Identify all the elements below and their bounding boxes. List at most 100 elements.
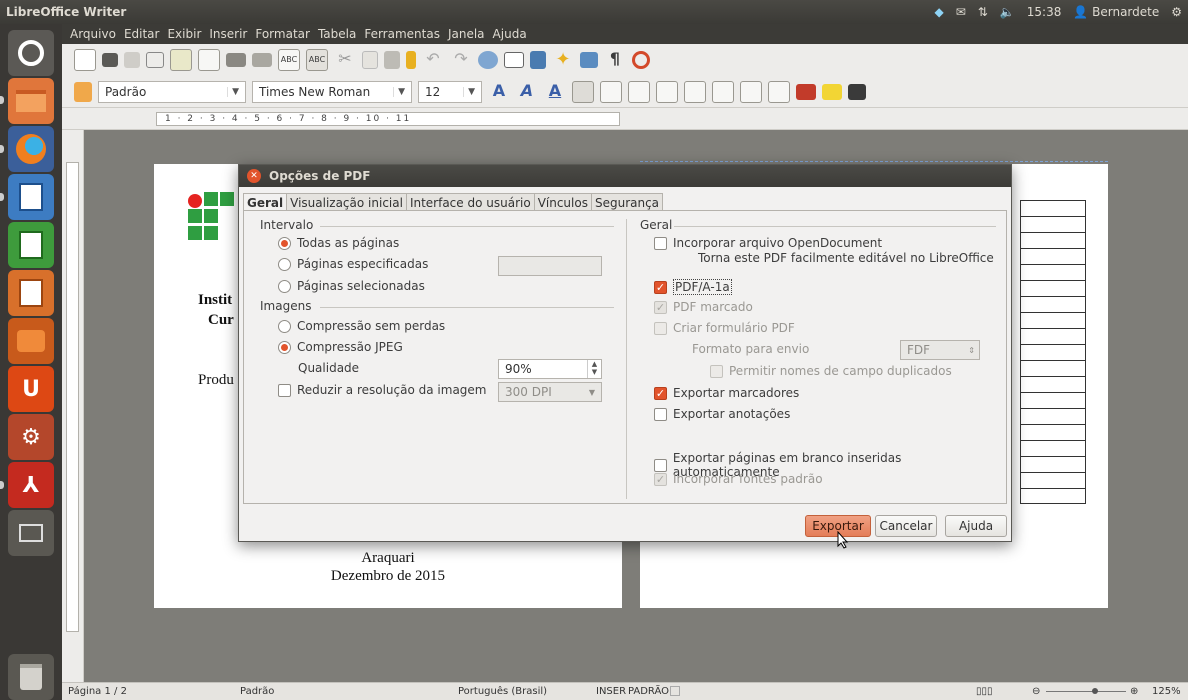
help-icon[interactable] [632, 51, 650, 69]
system-settings-icon[interactable]: ⚙ [8, 414, 54, 460]
font-color-icon[interactable] [796, 83, 816, 100]
increase-indent-icon[interactable] [768, 80, 790, 103]
zoom-level[interactable]: 125% [1152, 686, 1181, 697]
reduce-resolution-checkbox[interactable]: Reduzir a resolução da imagem [278, 383, 487, 397]
save-icon[interactable] [124, 52, 140, 68]
pdf-reader-icon[interactable]: ⅄ [8, 462, 54, 508]
bullets-icon[interactable] [712, 80, 734, 103]
insert-mode[interactable]: INSER [596, 686, 626, 697]
tagged-pdf-checkbox[interactable]: ✓ PDF marcado [654, 300, 753, 314]
draw-functions-icon[interactable] [530, 51, 546, 69]
allow-duplicate-names-checkbox[interactable]: Permitir nomes de campo duplicados [710, 364, 952, 378]
spin-arrows-icon[interactable]: ▲ ▼ [587, 360, 601, 378]
menu-ajuda[interactable]: Ajuda [493, 27, 527, 41]
menu-arquivo[interactable]: Arquivo [70, 27, 116, 41]
menu-tabela[interactable]: Tabela [318, 27, 356, 41]
justify-icon[interactable] [656, 80, 678, 103]
export-pdf-icon[interactable] [198, 49, 220, 71]
embed-odf-checkbox[interactable]: Incorporar arquivo OpenDocument [654, 236, 882, 250]
table-icon[interactable] [504, 52, 524, 68]
submit-format-select[interactable]: FDF ⇕ [900, 340, 980, 360]
user-menu[interactable]: 👤 Bernardete [1073, 5, 1159, 19]
dash-home-icon[interactable] [8, 30, 54, 76]
pages-range-input[interactable] [498, 256, 602, 276]
calc-icon[interactable] [8, 222, 54, 268]
print-icon[interactable] [226, 53, 246, 67]
vertical-ruler[interactable] [62, 130, 84, 682]
edit-mode-icon[interactable] [170, 49, 192, 71]
transfer-icon[interactable]: ⇅ [978, 5, 988, 19]
copy-icon[interactable] [362, 51, 378, 69]
files-icon[interactable] [8, 78, 54, 124]
workspace-switcher-icon[interactable] [8, 510, 54, 556]
help-button[interactable]: Ajuda [945, 515, 1007, 537]
print-preview-icon[interactable] [252, 53, 272, 67]
zoom-out-icon[interactable]: ⊖ [1032, 686, 1040, 697]
embed-fonts-checkbox[interactable]: ✓ Incorporar fontes padrão [654, 472, 823, 486]
redo-icon[interactable]: ↷ [450, 49, 472, 71]
ubuntu-one-icon[interactable]: U [8, 366, 54, 412]
numbering-icon[interactable] [684, 80, 706, 103]
lossless-radio[interactable]: Compressão sem perdas [278, 319, 445, 333]
spellcheck-icon[interactable]: ABC [278, 49, 300, 71]
zoom-slider[interactable] [1046, 691, 1126, 692]
formatting-marks-icon[interactable]: ¶ [604, 49, 626, 71]
specified-pages-radio[interactable]: Páginas especificadas [278, 257, 428, 271]
export-comments-checkbox[interactable]: Exportar anotações [654, 407, 790, 421]
navigator-icon[interactable]: ✦ [552, 49, 574, 71]
italic-icon[interactable]: A [516, 81, 538, 103]
menu-exibir[interactable]: Exibir [167, 27, 201, 41]
network-icon[interactable]: ◆ [934, 5, 943, 19]
quality-spinbox[interactable]: 90% ▲ ▼ [498, 359, 602, 379]
clone-format-icon[interactable] [406, 51, 416, 69]
volume-icon[interactable]: 🔈 [1000, 5, 1015, 19]
all-pages-radio[interactable]: Todas as páginas [278, 236, 399, 250]
font-name-select[interactable]: Times New Roman ▼ [252, 80, 412, 103]
session-gear-icon[interactable]: ⚙ [1171, 5, 1182, 19]
pdfa-checkbox[interactable]: ✓ PDF/A-1a [654, 279, 732, 295]
gallery-icon[interactable] [580, 52, 598, 68]
paragraph-style-select[interactable]: Padrão ▼ [98, 80, 246, 103]
page-count[interactable]: Página 1 / 2 [68, 686, 127, 697]
undo-icon[interactable]: ↶ [422, 49, 444, 71]
selection-mode[interactable]: PADRÃO [628, 686, 669, 697]
horizontal-ruler[interactable]: 1 · 2 · 3 · 4 · 5 · 6 · 7 · 8 · 9 · 10 ·… [62, 108, 1188, 130]
align-left-icon[interactable] [572, 80, 594, 103]
export-bookmarks-checkbox[interactable]: ✓ Exportar marcadores [654, 386, 799, 400]
paste-icon[interactable] [384, 51, 400, 69]
menu-inserir[interactable]: Inserir [209, 27, 247, 41]
software-center-icon[interactable] [8, 318, 54, 364]
decrease-indent-icon[interactable] [740, 80, 762, 103]
writer-icon[interactable] [8, 174, 54, 220]
selected-pages-radio[interactable]: Páginas selecionadas [278, 279, 425, 293]
zoom-in-icon[interactable]: ⊕ [1130, 686, 1138, 697]
cut-icon[interactable]: ✂ [334, 49, 356, 71]
menu-editar[interactable]: Editar [124, 27, 160, 41]
close-icon[interactable]: ✕ [247, 169, 261, 183]
new-document-icon[interactable] [74, 49, 96, 71]
menu-janela[interactable]: Janela [448, 27, 485, 41]
styles-icon[interactable] [74, 81, 92, 102]
create-form-checkbox[interactable]: Criar formulário PDF [654, 321, 795, 335]
underline-icon[interactable]: A [544, 81, 566, 103]
menu-ferramentas[interactable]: Ferramentas [364, 27, 440, 41]
autospellcheck-icon[interactable]: ABC [306, 49, 328, 71]
cancel-button[interactable]: Cancelar [875, 515, 937, 537]
resolution-select[interactable]: 300 DPI ▼ [498, 382, 602, 402]
background-color-icon[interactable] [848, 83, 866, 100]
align-right-icon[interactable] [628, 80, 650, 103]
email-icon[interactable] [146, 52, 164, 68]
align-center-icon[interactable] [600, 80, 622, 103]
hyperlink-icon[interactable] [478, 51, 498, 69]
menu-formatar[interactable]: Formatar [255, 27, 310, 41]
view-layout-icon[interactable]: ▯▯▯ [976, 686, 993, 697]
jpeg-radio[interactable]: Compressão JPEG [278, 340, 403, 354]
font-size-select[interactable]: 12 ▼ [418, 80, 482, 103]
page-style[interactable]: Padrão [240, 686, 274, 697]
mail-icon[interactable]: ✉ [956, 5, 966, 19]
firefox-icon[interactable] [8, 126, 54, 172]
impress-icon[interactable] [8, 270, 54, 316]
clock[interactable]: 15:38 [1027, 5, 1062, 19]
open-icon[interactable] [102, 53, 118, 67]
bold-icon[interactable]: A [488, 81, 510, 103]
